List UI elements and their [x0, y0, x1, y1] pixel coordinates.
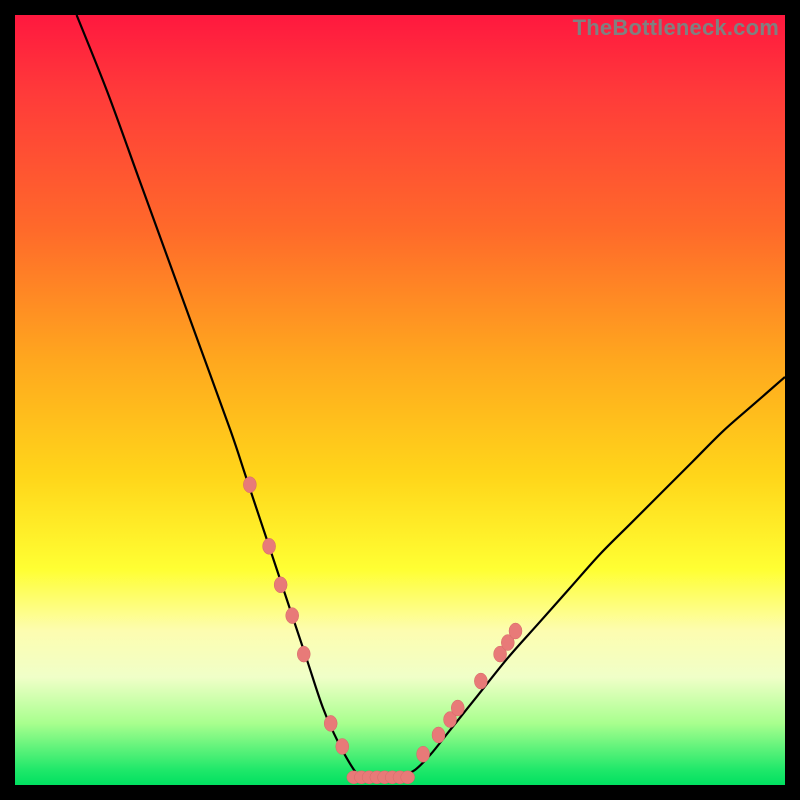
marker-right-1 — [432, 727, 445, 743]
plot-area: TheBottleneck.com — [15, 15, 785, 785]
marker-left-6 — [336, 739, 349, 755]
curve-right — [400, 377, 785, 777]
marker-left-4 — [297, 646, 310, 662]
marker-right-3 — [451, 700, 464, 716]
bottleneck-curve — [15, 15, 785, 785]
marker-left-0 — [243, 477, 256, 493]
marker-bottom-7 — [401, 771, 415, 784]
marker-right-7 — [509, 623, 522, 639]
marker-right-4 — [474, 673, 487, 689]
marker-right-0 — [417, 746, 430, 762]
chart-stage: TheBottleneck.com — [0, 0, 800, 800]
marker-left-3 — [286, 608, 299, 624]
marker-left-2 — [274, 577, 287, 593]
marker-left-1 — [263, 538, 276, 554]
marker-left-5 — [324, 715, 337, 731]
curve-left — [77, 15, 362, 777]
